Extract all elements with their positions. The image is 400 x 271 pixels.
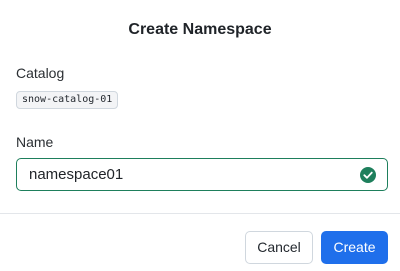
create-namespace-dialog: Create Namespace Catalog snow-catalog-01… (0, 0, 400, 271)
create-button[interactable]: Create (321, 231, 388, 264)
name-label: Name (16, 134, 54, 150)
catalog-label: Catalog (16, 65, 65, 81)
footer-divider (0, 213, 400, 214)
name-input[interactable] (17, 159, 359, 190)
dialog-title: Create Namespace (128, 21, 272, 38)
cancel-button[interactable]: Cancel (245, 231, 313, 264)
name-field[interactable] (16, 158, 388, 191)
catalog-chip: snow-catalog-01 (16, 91, 119, 109)
check-circle-icon (360, 167, 376, 183)
